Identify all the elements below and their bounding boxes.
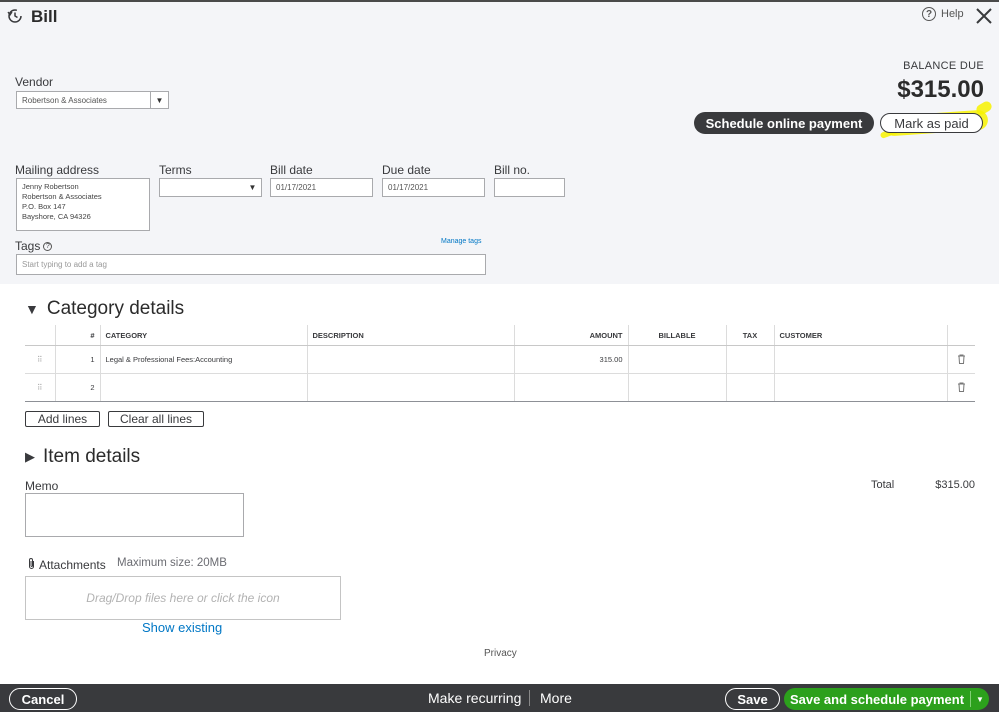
make-recurring-button[interactable]: Make recurring [428,690,521,706]
tags-input[interactable]: Start typing to add a tag [16,254,486,275]
info-icon[interactable]: ? [43,241,53,251]
save-and-schedule-label: Save and schedule payment [789,691,965,707]
paperclip-icon[interactable] [27,557,36,573]
save-button[interactable]: Save [725,688,780,710]
history-icon[interactable] [7,8,23,24]
row-billable[interactable] [628,373,727,402]
trash-icon[interactable] [947,373,975,402]
vendor-value: Robertson & Associates [22,95,107,105]
row-category[interactable]: Legal & Professional Fees:Accounting [100,345,308,374]
due-date-value: 01/17/2021 [388,183,429,192]
caret-down-icon: ▼ [25,301,39,317]
tags-placeholder: Start typing to add a tag [22,260,107,269]
bill-date-label: Bill date [270,163,313,177]
clear-all-lines-button[interactable]: Clear all lines [108,411,204,427]
row-tax[interactable] [726,373,775,402]
show-existing-link[interactable]: Show existing [142,620,222,635]
col-header-customer: CUSTOMER [774,325,948,346]
table-header-row: # CATEGORY DESCRIPTION AMOUNT BILLABLE T… [25,325,975,346]
row-num: 2 [55,373,101,402]
chevron-down-icon[interactable]: ▼ [971,695,989,704]
trash-icon[interactable] [947,345,975,374]
item-details-toggle[interactable]: ▶ Item details [25,446,140,468]
chevron-down-icon[interactable]: ▼ [244,179,261,196]
row-description[interactable] [307,345,515,374]
total-value: $315.00 [935,479,975,491]
total-label: Total [871,479,895,491]
attachments-label: Attachments [39,558,106,572]
mailing-address-label: Mailing address [15,163,100,177]
vendor-select[interactable]: Robertson & Associates ▼ [16,91,169,109]
help-icon: ? [922,7,936,21]
chevron-down-icon[interactable]: ▼ [150,92,168,108]
bill-date-value: 01/17/2021 [276,183,317,192]
col-header-description: DESCRIPTION [307,325,515,346]
row-category[interactable] [100,373,308,402]
mailing-address-field[interactable]: Jenny Robertson Robertson & Associates P… [16,178,150,231]
item-details-title: Item details [43,446,141,467]
schedule-online-payment-button[interactable]: Schedule online payment [694,112,874,134]
col-header-billable: BILLABLE [628,325,727,346]
mailing-line: P.O. Box 147 [22,202,66,211]
row-amount[interactable] [514,373,629,402]
max-size-label: Maximum size: 20MB [117,557,227,569]
balance-due-amount: $315.00 [897,76,984,103]
row-customer[interactable] [774,345,948,374]
memo-label: Memo [25,479,59,493]
cancel-button[interactable]: Cancel [9,688,77,710]
mailing-line: Bayshore, CA 94326 [22,212,91,221]
save-and-schedule-payment-button[interactable]: Save and schedule payment ▼ [784,688,989,710]
row-customer[interactable] [774,373,948,402]
mailing-line: Robertson & Associates [22,192,102,201]
help-label: Help [941,8,964,20]
row-tax[interactable] [726,345,775,374]
category-details-toggle[interactable]: ▼ Category details [25,298,184,320]
page-title: Bill [31,7,58,26]
category-details-title: Category details [46,298,185,319]
bill-no-label: Bill no. [494,163,531,177]
bill-date-field[interactable]: 01/17/2021 [270,178,373,197]
col-header-amount: AMOUNT [514,325,629,346]
bill-header-panel [0,2,999,284]
terms-select[interactable]: ▼ [159,178,262,197]
close-icon[interactable] [974,6,994,26]
more-button[interactable]: More [540,690,572,706]
privacy-link[interactable]: Privacy [484,648,517,659]
attachment-dropzone[interactable]: Drag/Drop files here or click the icon [25,576,341,620]
table-row[interactable]: ⠿ 2 [25,373,975,402]
balance-due-label: BALANCE DUE [903,60,984,72]
col-header-num: # [55,325,101,346]
drag-col-header [25,325,56,346]
row-description[interactable] [307,373,515,402]
bill-no-field[interactable] [494,178,565,197]
terms-label: Terms [159,163,192,177]
mark-as-paid-button[interactable]: Mark as paid [880,113,983,133]
tags-label: Tags [15,239,41,253]
col-header-category: CATEGORY [100,325,308,346]
category-table: # CATEGORY DESCRIPTION AMOUNT BILLABLE T… [25,325,975,402]
due-date-label: Due date [382,163,431,177]
caret-right-icon: ▶ [25,449,35,464]
row-num: 1 [55,345,101,374]
manage-tags-link[interactable]: Manage tags [441,238,481,245]
memo-field[interactable] [25,493,244,537]
mailing-line: Jenny Robertson [22,182,79,191]
delete-col-header [947,325,975,346]
due-date-field[interactable]: 01/17/2021 [382,178,485,197]
table-row[interactable]: ⠿ 1 Legal & Professional Fees:Accounting… [25,345,975,374]
row-billable[interactable] [628,345,727,374]
drag-handle-icon[interactable]: ⠿ [25,373,56,402]
vendor-label: Vendor [15,75,54,89]
footer-divider [529,690,530,706]
tags-label-group: Tags ? [15,239,53,253]
col-header-tax: TAX [726,325,775,346]
attachments-header: Attachments [27,557,106,573]
help-button[interactable]: ? Help [922,7,964,21]
add-lines-button[interactable]: Add lines [25,411,100,427]
drag-handle-icon[interactable]: ⠿ [25,345,56,374]
row-amount[interactable]: 315.00 [514,345,629,374]
